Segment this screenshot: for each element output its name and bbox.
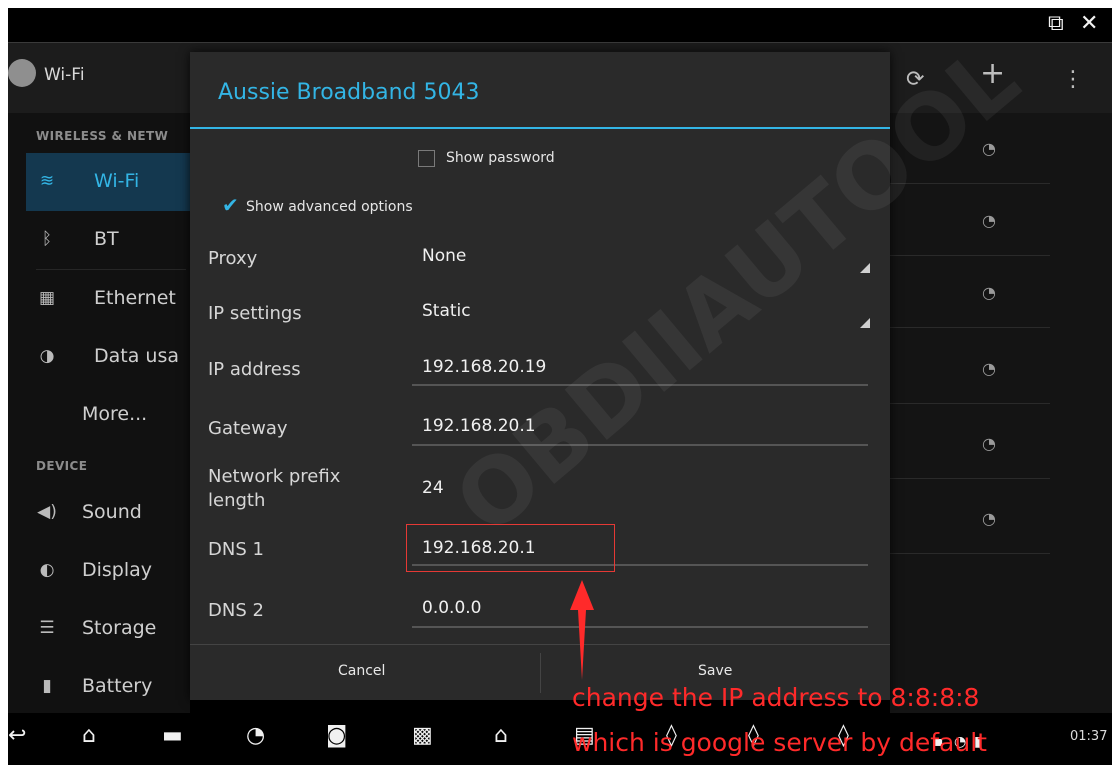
wifi-lock-icon: ◔ — [982, 283, 996, 302]
storage-icon: ☰ — [39, 618, 55, 638]
input-underline — [412, 626, 868, 628]
annotation-arrow-icon — [570, 580, 594, 680]
ip-address-input[interactable]: 192.168.20.19 — [422, 357, 546, 377]
wifi-config-dialog: Aussie Broadband 5043 Show password ✔ Sh… — [190, 52, 890, 700]
actionbar-title: Wi-Fi — [44, 65, 85, 85]
highlight-box — [406, 524, 615, 572]
proxy-label: Proxy — [208, 248, 258, 269]
sidebar-item-wifi[interactable]: ≋ Wi-Fi — [26, 153, 190, 211]
refresh-icon[interactable]: ◔ — [246, 723, 265, 749]
wifi-network-list: ◔ ◔ ◔ ◔ ◔ ◔ — [890, 113, 1112, 713]
sidebar-item-data-usage[interactable]: ◑ Data usa — [26, 328, 190, 386]
network-prefix-label-line2: length — [208, 490, 266, 511]
close-icon[interactable]: ✕ — [1080, 12, 1098, 36]
list-item[interactable]: ◔ — [890, 418, 1050, 479]
sidebar-item-label: More... — [82, 403, 148, 425]
sidebar-item-sound[interactable]: ◀) Sound — [26, 484, 190, 542]
dns1-label: DNS 1 — [208, 539, 264, 560]
settings-gear-icon[interactable] — [8, 59, 36, 87]
settings-sidebar: WIRELESS & NETW ≋ Wi-Fi ᛒ BT ▦ Ethernet … — [8, 113, 190, 713]
sound-icon: ◀) — [37, 502, 57, 522]
network-prefix-label: Network prefix length — [208, 465, 340, 513]
wifi-icon: ≋ — [39, 171, 55, 191]
home-icon[interactable]: ⌂ — [82, 723, 96, 749]
proxy-select[interactable]: None — [422, 246, 466, 266]
sidebar-item-label: Storage — [82, 617, 157, 639]
window-titlebar: ⧉ ✕ — [8, 8, 1112, 43]
back-icon[interactable]: ↩ — [8, 723, 26, 749]
bluetooth-icon: ᛒ — [41, 229, 53, 249]
sidebar-item-ethernet[interactable]: ▦ Ethernet — [26, 270, 190, 328]
show-password-label: Show password — [446, 150, 555, 166]
sidebar-item-label: Ethernet — [94, 287, 176, 309]
wifi-lock-icon: ◔ — [982, 509, 996, 528]
dns2-label: DNS 2 — [208, 600, 264, 621]
battery-icon: ▮ — [42, 676, 52, 696]
display-icon: ◐ — [39, 560, 55, 580]
data-usage-icon: ◑ — [39, 346, 55, 366]
ip-settings-select[interactable]: Static — [422, 301, 471, 321]
sidebar-item-more[interactable]: More... — [26, 386, 190, 444]
overflow-menu-icon[interactable]: ⋮ — [1062, 63, 1084, 97]
ip-settings-label: IP settings — [208, 303, 302, 324]
sidebar-item-storage[interactable]: ☰ Storage — [26, 600, 190, 658]
popout-icon[interactable]: ⧉ — [1048, 12, 1064, 36]
house-icon[interactable]: ⌂ — [494, 723, 508, 749]
network-prefix-label-line1: Network prefix — [208, 466, 341, 487]
gateway-label: Gateway — [208, 418, 288, 439]
camera-icon[interactable]: ◙ — [326, 723, 347, 749]
sidebar-item-label: Data usa — [94, 345, 179, 367]
title-divider — [190, 127, 890, 129]
wifi-lock-icon: ◔ — [982, 211, 996, 230]
sidebar-item-label: Display — [82, 559, 153, 581]
save-button[interactable]: Save — [698, 663, 732, 679]
sidebar-item-label: Wi-Fi — [94, 170, 140, 192]
recent-apps-icon[interactable]: ▬ — [162, 723, 183, 749]
app-window: ⧉ ✕ Wi-Fi ⟳ + ⋮ WIRELESS & NETW ≋ Wi-Fi … — [8, 8, 1112, 765]
wifi-lock-icon: ◔ — [982, 359, 996, 378]
sidebar-item-label: Sound — [82, 501, 142, 523]
button-divider — [540, 653, 541, 693]
dns2-input[interactable]: 0.0.0.0 — [422, 598, 481, 618]
section-header-wireless: WIRELESS & NETW — [36, 129, 169, 143]
list-item[interactable]: ◔ — [890, 267, 1050, 328]
ip-address-label: IP address — [208, 359, 301, 380]
sidebar-item-label: BT — [94, 228, 119, 250]
show-password-checkbox[interactable] — [418, 150, 435, 167]
sidebar-item-display[interactable]: ◐ Display — [26, 542, 190, 600]
show-advanced-label: Show advanced options — [246, 199, 413, 215]
list-item[interactable]: ◔ — [890, 343, 1050, 404]
sidebar-item-label: Battery — [82, 675, 153, 697]
status-time: 01:37 — [1070, 729, 1108, 744]
section-header-device: DEVICE — [36, 459, 88, 473]
show-advanced-checkbox[interactable]: ✔ — [222, 195, 239, 215]
annotation-line1: change the IP address to 8:8:8:8 — [572, 683, 980, 712]
cancel-button[interactable]: Cancel — [338, 663, 385, 679]
sidebar-item-battery[interactable]: ▮ Battery — [26, 658, 190, 716]
dropdown-triangle-icon — [860, 263, 870, 273]
sidebar-item-bt[interactable]: ᛒ BT — [26, 211, 190, 269]
vci-icon[interactable]: ▩ — [412, 723, 433, 749]
dropdown-triangle-icon — [860, 318, 870, 328]
wifi-lock-icon: ◔ — [982, 434, 996, 453]
ethernet-icon: ▦ — [38, 288, 56, 308]
annotation-line2: which is google server by default — [572, 728, 987, 757]
list-item[interactable]: ◔ — [890, 493, 1050, 554]
dialog-title: Aussie Broadband 5043 — [218, 80, 480, 105]
